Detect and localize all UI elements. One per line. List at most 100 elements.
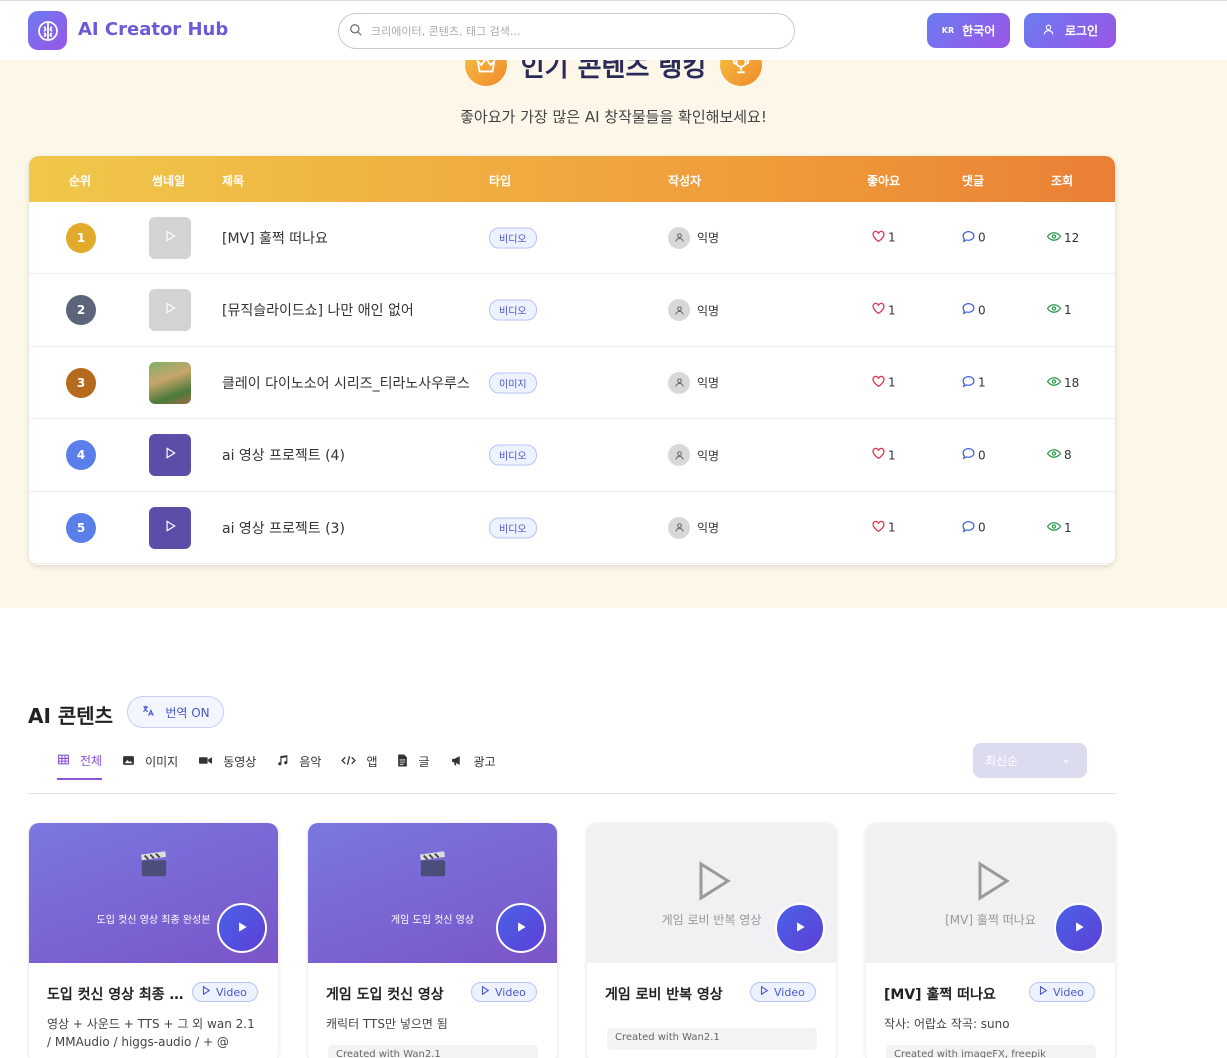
content-card[interactable]: 게임 도입 컷신 영상 게임 도입 컷신 영상 Video 캐릭터 TTS만 넣으면 … <box>308 823 557 1058</box>
language-button[interactable]: KR 한국어 <box>927 13 1010 48</box>
tab-label: 이미지 <box>145 755 179 769</box>
content-title[interactable]: [뮤직슬라이드쇼] 나만 애인 없어 <box>222 300 414 320</box>
card-title[interactable]: [MV] 훌쩍 떠나요 <box>884 984 1024 1004</box>
card-thumbnail[interactable]: [MV] 훌쩍 떠나요 <box>866 823 1115 963</box>
likes-value: 1 <box>888 375 896 390</box>
tab-label: 전체 <box>80 754 103 768</box>
translate-icon <box>141 704 155 721</box>
play-icon <box>235 919 249 938</box>
card-description: 영상 + 사운드 + TTS + 그 외 wan 2.1 / MMAudio /… <box>47 1017 255 1049</box>
views-count: 18 <box>1046 375 1080 390</box>
play-button[interactable] <box>496 903 546 953</box>
content-card[interactable]: 도입 컷신 영상 최종 완성본도입 컷신 영상 최종 완성본Video영상 + … <box>29 823 278 1058</box>
sort-label: 최신순 <box>985 754 1019 768</box>
views-count: 1 <box>1046 521 1072 535</box>
card-title[interactable]: 도입 컷신 영상 최종 완성본 <box>47 984 187 1004</box>
type-badge: Video <box>1029 982 1095 1002</box>
thumbnail[interactable] <box>149 506 191 549</box>
table-row[interactable]: 3 클레이 다이노소어 시리즈_티라노사우루스 이미지 익명 1 1 18 <box>29 347 1115 420</box>
author-name: 익명 <box>697 521 720 536</box>
card-title[interactable]: 게임 로비 반복 영상 <box>605 984 745 1004</box>
category-tabs: 전체 이미지 동영상 음악 앱 글 광고 <box>57 752 516 780</box>
views-count: 12 <box>1046 231 1079 245</box>
tab-label: 광고 <box>473 755 496 769</box>
thumbnail[interactable] <box>149 289 191 332</box>
content-card[interactable]: [MV] 훌쩍 떠나요 [MV] 훌쩍 떠나요 Video 작사: 어랍쇼 작곡: s… <box>866 823 1115 1058</box>
thumbnail[interactable] <box>149 216 191 259</box>
content-title[interactable]: 클레이 다이노소어 시리즈_티라노사우루스 <box>222 373 470 393</box>
rank-badge: 5 <box>66 512 96 543</box>
thumbnail[interactable] <box>149 434 191 477</box>
clapperboard-icon <box>418 849 448 883</box>
table-row[interactable]: 2 [뮤직슬라이드쇼] 나만 애인 없어 비디오 익명 1 0 1 <box>29 275 1115 347</box>
play-button[interactable] <box>217 903 267 953</box>
sort-select[interactable]: 최신순 <box>973 743 1087 778</box>
type-label: Video <box>216 985 247 999</box>
author: 익명 <box>668 226 720 249</box>
content-title[interactable]: ai 영상 프로젝트 (3) <box>222 518 345 538</box>
search-bar[interactable] <box>338 13 795 49</box>
content-title[interactable]: [MV] 훌쩍 떠나요 <box>222 228 328 248</box>
table-row[interactable]: 4 ai 영상 프로젝트 (4) 비디오 익명 1 0 8 <box>29 420 1115 492</box>
top-header: AI Creator Hub KR 한국어 로그인 <box>0 0 1227 60</box>
play-icon <box>163 229 177 247</box>
tab-image[interactable]: 이미지 <box>122 752 178 780</box>
search-input[interactable] <box>371 24 771 38</box>
table-row[interactable]: 5 ai 영상 프로젝트 (3) 비디오 익명 1 0 1 <box>29 492 1115 565</box>
table-row[interactable]: 1 [MV] 훌쩍 떠나요 비디오 익명 1 0 12 <box>29 202 1115 274</box>
author-name: 익명 <box>697 448 720 463</box>
grid-icon <box>57 753 70 769</box>
content-title: AI 콘텐츠 <box>28 704 114 728</box>
author-name: 익명 <box>697 231 720 245</box>
comments-value: 0 <box>978 520 986 535</box>
play-button[interactable] <box>775 903 825 953</box>
video-icon <box>198 754 213 770</box>
content-card[interactable]: 게임 로비 반복 영상 게임 로비 반복 영상 Video Created with … <box>587 823 836 1058</box>
heart-icon <box>872 448 885 463</box>
rank-badge: 3 <box>66 367 96 398</box>
search-icon <box>349 22 363 41</box>
content-title[interactable]: ai 영상 프로젝트 (4) <box>222 445 345 465</box>
card-title[interactable]: 게임 도입 컷신 영상 <box>326 984 466 1004</box>
play-icon <box>697 861 731 905</box>
tab-code[interactable]: 앱 <box>341 752 377 780</box>
views-count: 1 <box>1046 303 1072 317</box>
eye-icon <box>1046 448 1062 462</box>
tab-music[interactable]: 음악 <box>276 752 321 780</box>
card-description: 캐릭터 TTS만 넣으면 됨 <box>326 1017 448 1031</box>
likes-count: 1 <box>872 448 896 463</box>
type-badge: 비디오 <box>489 444 537 466</box>
play-button[interactable] <box>1054 903 1104 953</box>
eye-icon <box>1046 376 1062 390</box>
created-with: Created with imageFX, freepik <box>886 1045 1096 1058</box>
thumbnail[interactable] <box>149 361 191 404</box>
comments-count: 0 <box>962 448 986 463</box>
avatar-icon <box>668 444 690 467</box>
comments-value: 1 <box>978 375 986 390</box>
play-icon <box>793 919 807 938</box>
tab-megaphone[interactable]: 광고 <box>450 752 496 780</box>
ranking-subtitle: 좋아요가 가장 많은 AI 창작물들을 확인해보세요! <box>460 108 767 126</box>
document-icon <box>397 754 408 770</box>
clapperboard-icon <box>139 849 169 883</box>
card-thumbnail[interactable]: 도입 컷신 영상 최종 완성본 <box>29 823 278 963</box>
comments-count: 1 <box>962 375 986 390</box>
table-header: 순위 썸네일 제목 타입 작성자 좋아요 댓글 조회 <box>29 156 1115 202</box>
tab-document[interactable]: 글 <box>397 752 430 780</box>
likes-count: 1 <box>872 302 896 318</box>
card-thumbnail[interactable]: 게임 도입 컷신 영상 <box>308 823 557 963</box>
tab-video[interactable]: 동영상 <box>198 752 256 780</box>
comments-value: 0 <box>978 230 986 245</box>
views-value: 18 <box>1064 375 1080 390</box>
col-rank: 순위 <box>69 174 92 188</box>
type-label: Video <box>1053 985 1084 999</box>
brain-logo-icon[interactable] <box>28 11 67 50</box>
tab-grid[interactable]: 전체 <box>57 752 103 780</box>
card-thumbnail[interactable]: 게임 로비 반복 영상 <box>587 823 836 963</box>
likes-value: 1 <box>888 303 896 318</box>
megaphone-icon <box>450 754 464 770</box>
app-title[interactable]: AI Creator Hub <box>78 19 228 40</box>
login-button[interactable]: 로그인 <box>1024 13 1116 48</box>
col-views: 조회 <box>1051 174 1074 188</box>
translate-toggle[interactable]: 번역 ON <box>127 696 224 728</box>
